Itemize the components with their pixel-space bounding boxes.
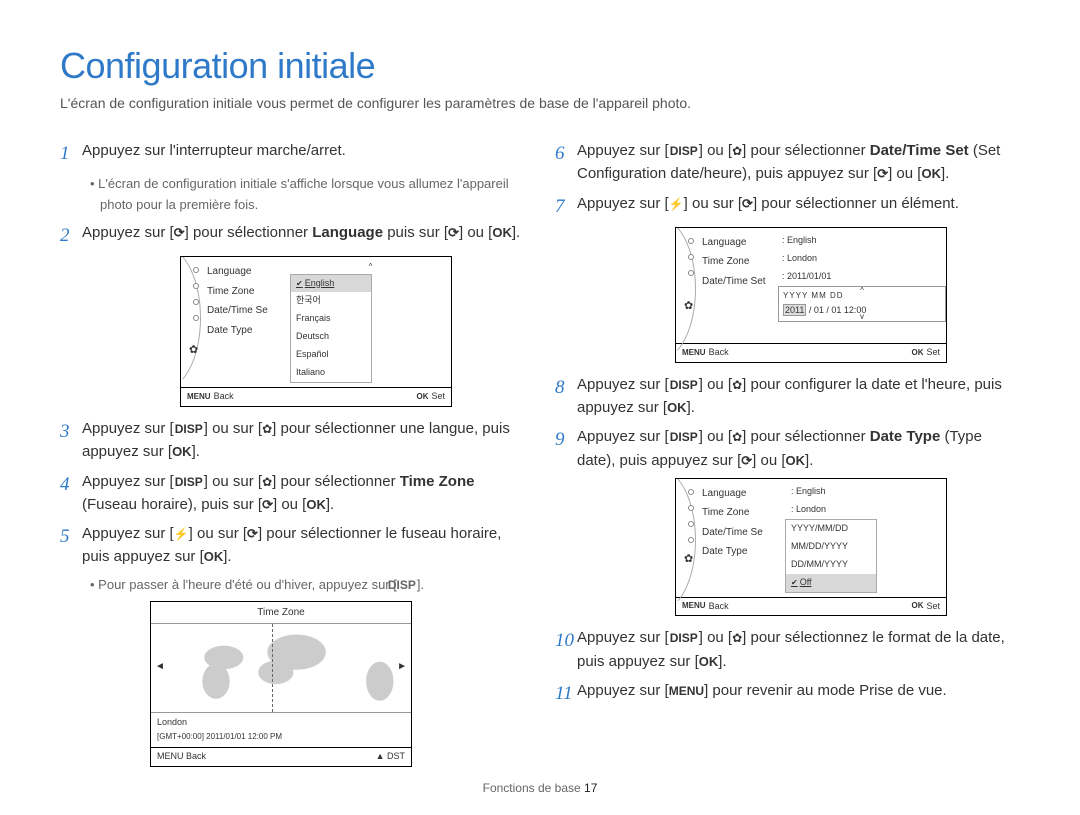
date-editor: ^ YYYY MM DD 2011 / 01 / 01 12:00 v [778,286,946,322]
step-10: 10 Appuyez sur [DISP] ou [] pour sélecti… [555,626,1020,673]
ok-icon: OK [492,225,512,240]
timer-icon [448,224,459,241]
step-text: Appuyez sur l'interrupteur marche/arret. [82,139,525,168]
timer-icon [741,452,752,469]
arrow-left-icon: ◄ [155,659,165,675]
ok-icon: OK [786,453,806,468]
step-number: 10 [555,626,577,673]
manual-page: Configuration initiale L'écran de config… [0,0,1080,805]
menu-left-pane: Language Time Zone Date/Time Set ✿ [676,228,775,343]
menu-footer: MENU Back OK Set [676,597,946,616]
timezone-info: London [GMT+00:00] 2011/01/01 12:00 PM [151,713,411,746]
timer-icon [174,224,185,241]
step-text: Appuyez sur [] ou sur [] pour sélectionn… [82,522,525,569]
step-text: Appuyez sur [DISP] ou sur [] pour sélect… [82,417,525,464]
disp-icon: DISP [669,376,699,395]
step-text: Appuyez sur [DISP] ou [] pour configurer… [577,373,1020,420]
step-text: Appuyez sur [DISP] ou [] pour sélectionn… [577,139,1020,186]
disp-icon: DISP [669,629,699,648]
datetype-list: YYYY/MM/DD MM/DD/YYYY DD/MM/YYYY Off [785,519,877,593]
menu-values: : English : London YYYY/MM/DD MM/DD/YYYY… [784,479,946,597]
content-columns: 1 Appuyez sur l'interrupteur marche/arre… [60,139,1020,767]
step-number: 5 [60,522,82,569]
ok-icon: OK [172,444,192,459]
step-number: 11 [555,679,577,708]
timer-icon [742,195,753,212]
step-text: Appuyez sur [DISP] ou [] pour sélectionn… [577,425,1020,472]
step-11: 11 Appuyez sur [MENU] pour revenir au mo… [555,679,1020,708]
step-5: 5 Appuyez sur [] ou sur [] pour sélectio… [60,522,525,569]
timer-icon [262,496,273,513]
gear-icon: ✿ [684,551,693,568]
language-menu-screenshot: Language Time Zone Date/Time Se Date Typ… [180,256,452,407]
macro-icon [732,428,742,445]
step-2: 2 Appuyez sur [] pour sélectionner Langu… [60,221,525,250]
datetype-screenshot: Language Time Zone Date/Time Se Date Typ… [675,478,947,617]
step-7: 7 Appuyez sur [] ou sur [] pour sélectio… [555,192,1020,221]
step-text: Appuyez sur [] pour sélectionner Languag… [82,221,525,250]
menu-values: : English : London : 2011/01/01 ^ YYYY M… [775,228,946,343]
step-8: 8 Appuyez sur [DISP] ou [] pour configur… [555,373,1020,420]
menu-footer: MENU Back OK Set [181,387,451,406]
timer-icon [247,525,258,542]
step-6: 6 Appuyez sur [DISP] ou [] pour sélectio… [555,139,1020,186]
step-number: 1 [60,139,82,168]
step-1-note: L'écran de configuration initiale s'affi… [90,174,525,214]
step-number: 3 [60,417,82,464]
step-4: 4 Appuyez sur [DISP] ou sur [] pour séle… [60,470,525,517]
macro-icon [262,473,272,490]
macro-icon [732,629,742,646]
datetime-screenshot: Language Time Zone Date/Time Set ✿ : Eng… [675,227,947,363]
page-number: 17 [584,781,597,795]
step-number: 8 [555,373,577,420]
timer-icon [877,165,888,182]
right-column: 6 Appuyez sur [DISP] ou [] pour sélectio… [555,139,1020,767]
world-map: ◄ ► [151,623,411,713]
page-footer: Fonctions de base 17 [60,781,1020,795]
step-9: 9 Appuyez sur [DISP] ou [] pour sélectio… [555,425,1020,472]
macro-icon [732,376,742,393]
arrow-right-icon: ► [397,659,407,675]
language-list: English 한국어 Français Deutsch Español Ita… [290,274,372,384]
menu-footer: MENU Back OK Set [676,343,946,362]
step-text: Appuyez sur [MENU] pour revenir au mode … [577,679,1020,708]
disp-icon: DISP [669,428,699,447]
disp-icon: DISP [174,473,204,492]
ok-icon: OK [204,549,224,564]
menu-left-pane: Language Time Zone Date/Time Se Date Typ… [676,479,784,597]
step-3: 3 Appuyez sur [DISP] ou sur [] pour séle… [60,417,525,464]
disp-icon: DISP [174,420,204,439]
step-number: 7 [555,192,577,221]
ok-icon: OK [306,497,326,512]
page-title: Configuration initiale [60,45,1020,87]
step-1: 1 Appuyez sur l'interrupteur marche/arre… [60,139,525,168]
flash-icon [669,195,684,212]
step-number: 6 [555,139,577,186]
ok-icon: OK [699,654,719,669]
timezone-screenshot: Time Zone ◄ ► London [GMT+00:00] 2011/01… [150,601,412,767]
left-column: 1 Appuyez sur l'interrupteur marche/arre… [60,139,525,767]
step-text: Appuyez sur [DISP] ou sur [] pour sélect… [82,470,525,517]
ok-icon: OK [667,400,687,415]
step-text: Appuyez sur [DISP] ou [] pour sélectionn… [577,626,1020,673]
step-number: 9 [555,425,577,472]
gear-icon: ✿ [684,298,693,315]
step-number: 4 [60,470,82,517]
page-subtitle: L'écran de configuration initiale vous p… [60,95,1020,111]
step-number: 2 [60,221,82,250]
step-5-note: Pour passer à l'heure d'été ou d'hiver, … [90,575,525,595]
flash-icon [174,525,189,542]
timezone-footer: MENU Back ▲ DST [151,747,411,766]
ok-icon: OK [921,166,941,181]
step-text: Appuyez sur [] ou sur [] pour sélectionn… [577,192,1020,221]
menu-left-pane: Language Time Zone Date/Time Se Date Typ… [181,257,289,387]
macro-icon [732,142,742,159]
disp-icon: DISP [669,142,699,161]
macro-icon [262,420,272,437]
disp-icon: DISP [397,576,417,595]
menu-icon: MENU [669,684,704,698]
gear-icon: ✿ [189,342,198,359]
